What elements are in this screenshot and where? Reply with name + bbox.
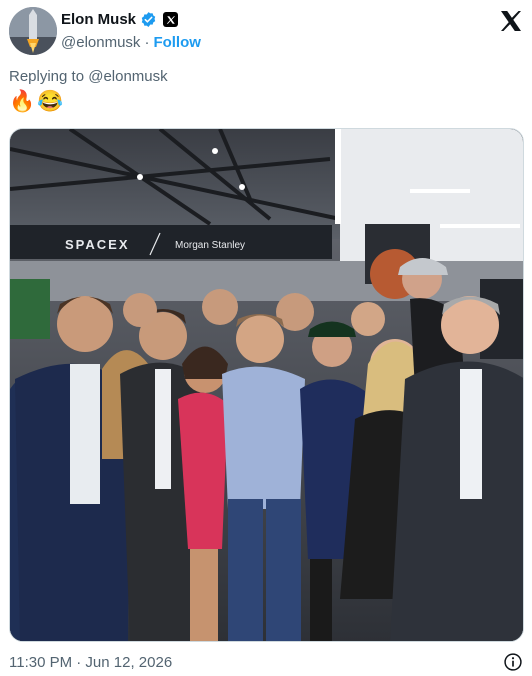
tweet-photo[interactable]: SPACEX Morgan Stanley	[9, 128, 524, 642]
handle[interactable]: @elonmusk	[61, 34, 140, 51]
name-row: Elon Musk	[61, 11, 179, 28]
rocket-launch-avatar-image	[9, 7, 57, 55]
fire-emoji: 🔥	[9, 90, 36, 113]
tweet-text: 🔥 😂	[9, 90, 63, 114]
display-name[interactable]: Elon Musk	[61, 11, 136, 28]
info-icon[interactable]	[503, 652, 523, 672]
laughing-emoji: 😂	[37, 90, 64, 113]
banner-spacex-text: SPACEX	[65, 237, 130, 252]
avatar[interactable]	[9, 7, 57, 55]
crowd	[10, 258, 523, 641]
handle-separator: ·	[144, 34, 150, 51]
group-photo-illustration: SPACEX Morgan Stanley	[10, 129, 523, 641]
tweet-timestamp[interactable]: 11:30 PM · Jun 12, 2026	[9, 654, 172, 671]
x-affiliation-icon	[163, 12, 179, 27]
handle-row: @elonmusk · Follow	[61, 34, 201, 51]
follow-button[interactable]: Follow	[153, 34, 201, 51]
reply-context: Replying to @elonmusk	[9, 68, 168, 85]
banner-morgan-stanley-text: Morgan Stanley	[175, 240, 245, 251]
tweet-header: Elon Musk @elonmusk · Follow	[9, 7, 523, 55]
x-logo-icon[interactable]	[499, 9, 523, 33]
verified-badge-icon	[141, 12, 156, 27]
